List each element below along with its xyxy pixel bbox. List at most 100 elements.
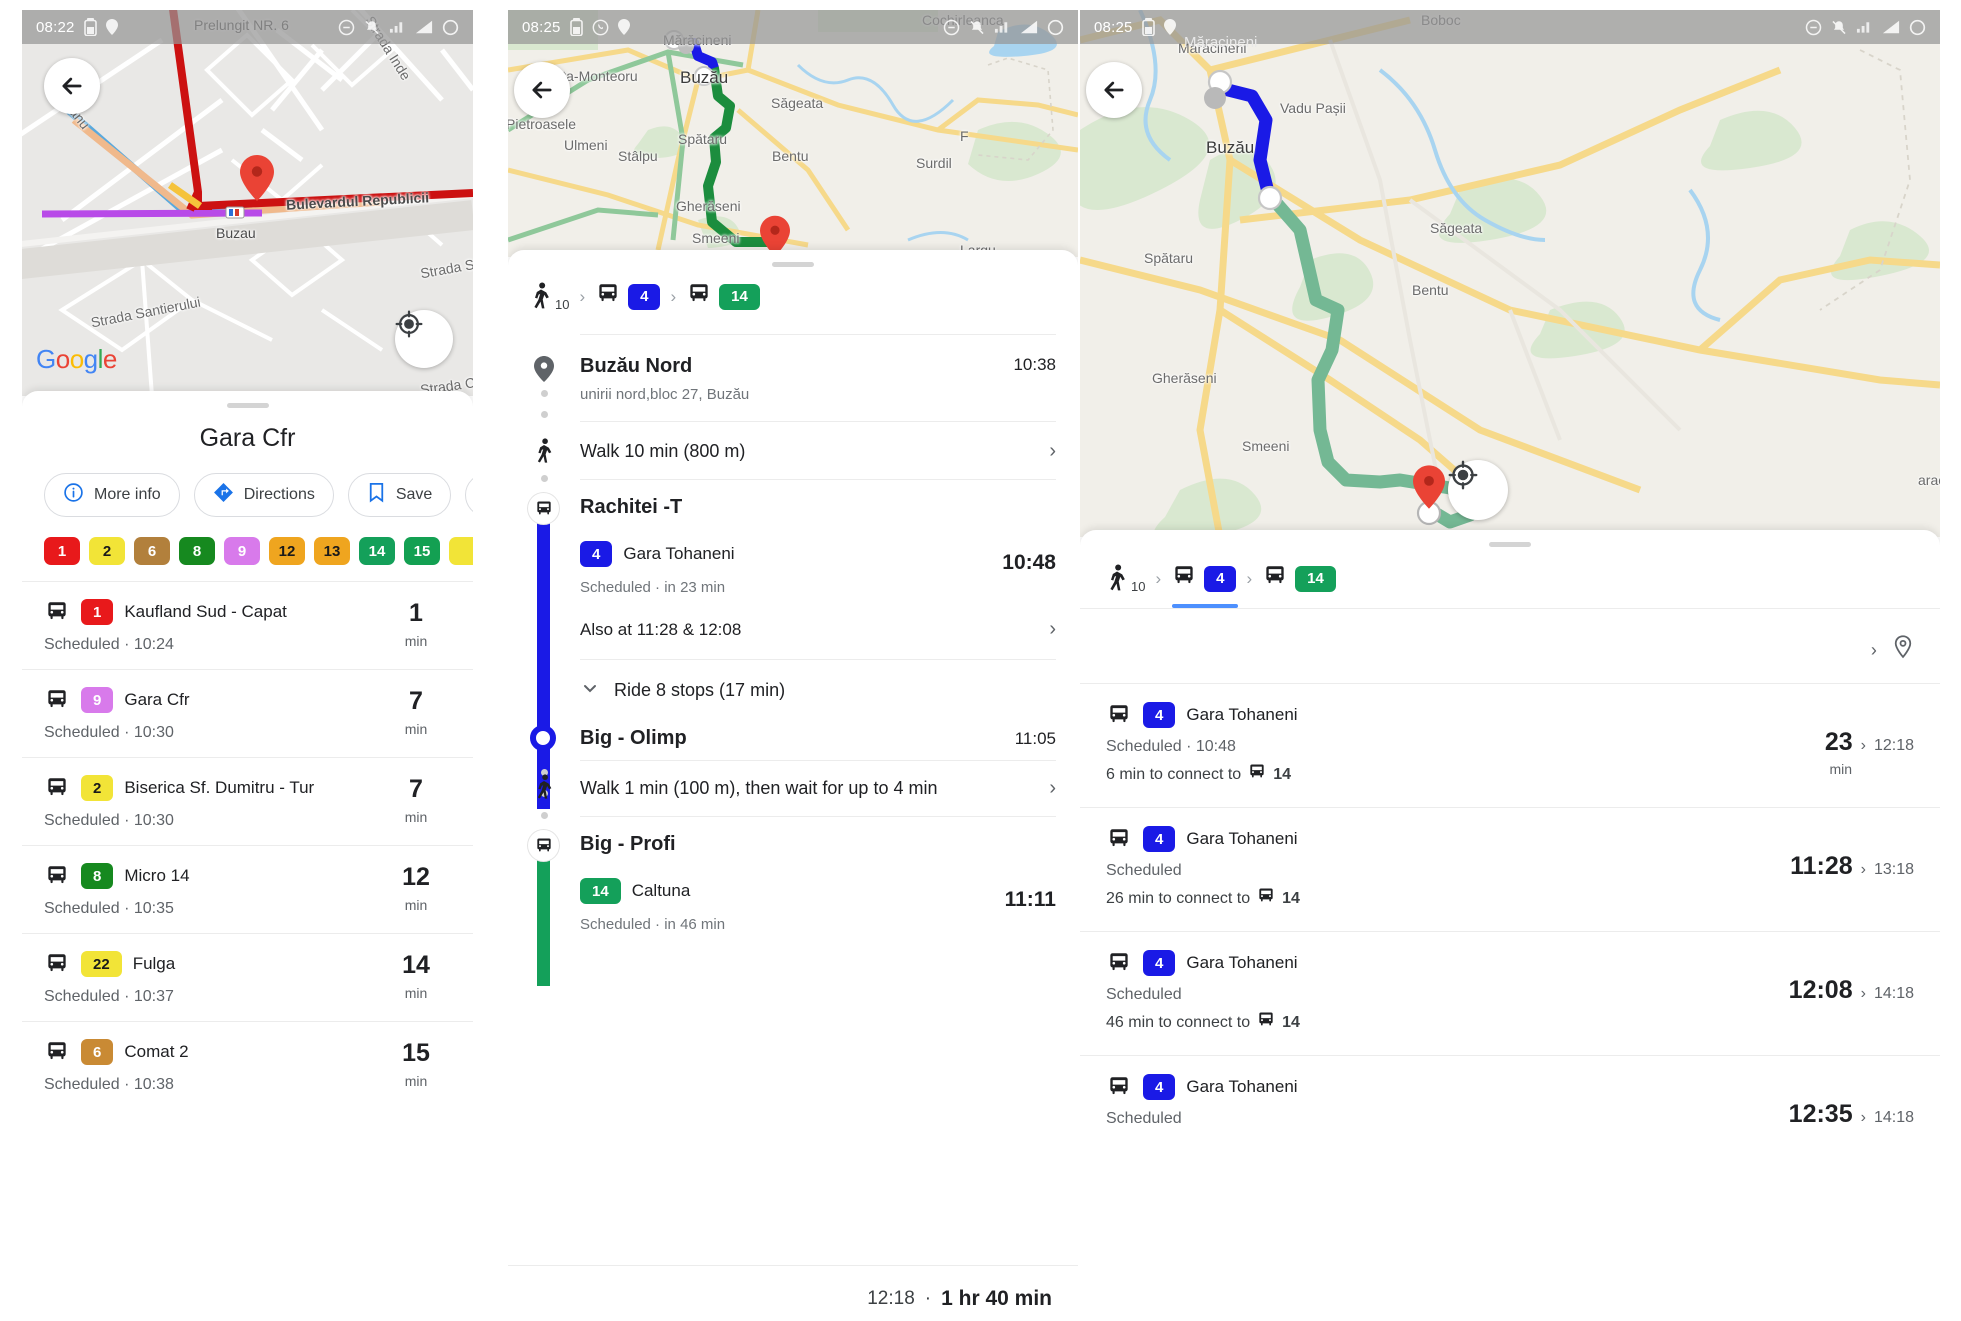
row-head: 4 Gara Tohaneni bbox=[1106, 950, 1789, 976]
directions-button[interactable]: Directions bbox=[193, 473, 334, 517]
leg-bus-4[interactable]: 4 bbox=[595, 281, 661, 312]
map-label: arac bbox=[1918, 472, 1940, 488]
list-item[interactable]: 4 Gara Tohaneni Scheduled 26 min to connect… bbox=[1080, 807, 1940, 931]
map-view-3[interactable]: Boboc Mărăcineni Vadu Pașii Buzău Săgeat… bbox=[1080, 10, 1940, 537]
bus-icon bbox=[1247, 762, 1267, 787]
bus-icon bbox=[1106, 826, 1132, 852]
itinerary-origin[interactable]: Buzău Nord unirii nord,bloc 27, Buzău 10… bbox=[508, 334, 1078, 421]
selected-tab-indicator bbox=[1172, 604, 1238, 608]
map-pin-small-icon bbox=[534, 356, 554, 387]
row-main: 2 Biserica Sf. Dumitru - Tur Scheduled · 1… bbox=[44, 775, 381, 830]
chevron-right-icon[interactable]: › bbox=[1037, 440, 1056, 463]
bookmark-icon bbox=[367, 482, 386, 508]
route-badge[interactable]: 14 bbox=[359, 537, 395, 565]
arrival-time: 14:18 bbox=[1873, 985, 1914, 1002]
connect-route: 14 bbox=[1282, 1013, 1300, 1031]
departure-list-header: › bbox=[1080, 608, 1940, 683]
route-badge: 14 bbox=[1295, 565, 1336, 592]
map-view-2[interactable]: Cochirleanca Mărăcineni Buzău Săgeata Pi… bbox=[508, 10, 1078, 257]
list-item[interactable]: 4 Gara Tohaneni Scheduled 12:35 › 14:18 bbox=[1080, 1055, 1940, 1149]
board-stop-name: Rachitei -T bbox=[580, 496, 683, 518]
route-badge[interactable]: 15 bbox=[404, 537, 440, 565]
route-badge[interactable]: 12 bbox=[269, 537, 305, 565]
route-badge[interactable]: 13 bbox=[314, 537, 350, 565]
list-item[interactable]: 4 Gara Tohaneni Scheduled · 10:48 6 min to … bbox=[1080, 683, 1940, 807]
status-text: Scheduled bbox=[1106, 862, 1182, 879]
arrival-time: 14:18 bbox=[1873, 1109, 1914, 1126]
map-pin-icon bbox=[240, 155, 274, 201]
walk-icon: 10 bbox=[1106, 563, 1146, 594]
recenter-icon[interactable] bbox=[1448, 460, 1508, 520]
chevron-right-icon[interactable]: › bbox=[1037, 777, 1056, 800]
headsign: Kaufland Sud - Capat bbox=[124, 602, 287, 621]
board-body: Big - Profi 14 Caltuna Scheduled · in 46… bbox=[580, 816, 1056, 933]
itinerary-walk-step[interactable]: Walk 10 min (800 m) › bbox=[508, 421, 1078, 503]
rail bbox=[508, 334, 580, 421]
table-row[interactable]: 9 Gara Cfr Scheduled · 10:30 7 min bbox=[22, 669, 473, 757]
route-badge[interactable]: 8 bbox=[179, 537, 215, 565]
route-badge[interactable]: 9 bbox=[224, 537, 260, 565]
depart-value: 12:35 bbox=[1788, 1100, 1853, 1128]
eta: 7 min bbox=[381, 775, 451, 826]
leg-bus-14[interactable]: 14 bbox=[686, 281, 760, 312]
table-row[interactable]: 6 Comat 2 Scheduled · 10:38 15 min bbox=[22, 1021, 473, 1109]
map-pin-outline-icon[interactable] bbox=[1892, 635, 1914, 665]
eta: 15 min bbox=[381, 1039, 451, 1090]
route-leg-summary[interactable]: 10 › 4 › 14 bbox=[1080, 547, 1940, 608]
table-row[interactable]: 22 Fulga Scheduled · 10:37 14 min bbox=[22, 933, 473, 1021]
itinerary-board-step[interactable]: Big - Profi 14 Caltuna Scheduled · in 46… bbox=[508, 816, 1078, 986]
more-info-button[interactable]: More info bbox=[44, 473, 180, 517]
ride-stops-toggle[interactable]: Ride 8 stops (17 min) bbox=[580, 659, 1056, 719]
recenter-icon[interactable] bbox=[395, 310, 453, 368]
tab-leg-bus-4[interactable]: 4 bbox=[1171, 563, 1237, 594]
table-row[interactable]: 8 Micro 14 Scheduled · 10:35 12 min bbox=[22, 845, 473, 933]
route-badge[interactable] bbox=[449, 537, 473, 565]
route-badge[interactable]: 2 bbox=[89, 537, 125, 565]
back-button[interactable] bbox=[1086, 62, 1142, 118]
eta-unit: min bbox=[404, 897, 428, 913]
back-arrow-icon bbox=[1104, 81, 1124, 99]
create-shortcut-button[interactable]: Create sh bbox=[465, 473, 473, 517]
connect-route: 14 bbox=[1273, 765, 1291, 783]
origin-name: Buzău Nord bbox=[580, 355, 693, 377]
route-badge[interactable]: 1 bbox=[44, 537, 80, 565]
walk-minutes: 10 bbox=[1131, 578, 1146, 594]
row-main: 22 Fulga Scheduled · 10:37 bbox=[44, 951, 381, 1006]
route-leg-summary[interactable]: 10 › 4 › 14 bbox=[508, 267, 1078, 312]
option-details: 4 Gara Tohaneni Scheduled bbox=[1106, 1074, 1789, 1128]
panel-stop-departures: Prelungit NR. 6 Strada Inde Jianu Buleva… bbox=[22, 10, 473, 1321]
save-button[interactable]: Save bbox=[347, 473, 452, 517]
map-label: Surdil bbox=[916, 155, 952, 171]
tab-leg-bus-14[interactable]: 14 bbox=[1262, 563, 1336, 594]
itinerary-walk-step[interactable]: Walk 1 min (100 m), then wait for up to … bbox=[508, 760, 1078, 840]
route-badge-strip[interactable]: 1 2 6 8 9 12 13 14 15 bbox=[22, 517, 473, 581]
row-main: 1 Kaufland Sud - Capat Scheduled · 10:24 bbox=[44, 599, 381, 654]
bus-icon bbox=[1262, 563, 1288, 594]
bus-icon bbox=[44, 599, 70, 625]
headsign: Gara Cfr bbox=[124, 690, 190, 709]
back-button[interactable] bbox=[44, 58, 100, 114]
itinerary-alight-step[interactable]: Big - Olimp 11:05 bbox=[508, 711, 1078, 797]
arrival-time: 13:18 bbox=[1873, 861, 1914, 878]
eta: 1 min bbox=[381, 599, 451, 650]
depart-unit: min bbox=[1829, 761, 1852, 777]
list-item[interactable]: 4 Gara Tohaneni Scheduled 46 min to connect… bbox=[1080, 931, 1940, 1055]
route-badge[interactable]: 6 bbox=[134, 537, 170, 565]
table-row[interactable]: 1 Kaufland Sud - Capat Scheduled · 10:24 1 m… bbox=[22, 581, 473, 669]
chevron-right-icon[interactable]: › bbox=[1037, 618, 1056, 641]
stop-sheet: Gara Cfr More info Directions Save Creat… bbox=[22, 391, 473, 1321]
sheet-grabber[interactable] bbox=[226, 403, 269, 408]
bus-icon bbox=[1106, 702, 1132, 728]
map-label: Săgeata bbox=[771, 95, 824, 111]
map-label: Smeeni bbox=[692, 230, 740, 246]
status-text: Scheduled · 10:30 bbox=[44, 812, 174, 829]
option-timing: 12:35 › 14:18 bbox=[1789, 1074, 1914, 1129]
origin-body: Buzău Nord unirii nord,bloc 27, Buzău 10… bbox=[580, 334, 1056, 421]
chevron-right-icon[interactable]: › bbox=[1871, 640, 1878, 661]
itinerary-board-step[interactable]: Rachitei -T 4 Gara Tohaneni Scheduled · … bbox=[508, 479, 1078, 809]
back-button[interactable] bbox=[514, 62, 570, 118]
row-head: 8 Micro 14 bbox=[44, 863, 381, 889]
map-label: Buzău bbox=[680, 68, 729, 87]
map-label: Spătaru bbox=[678, 131, 728, 147]
table-row[interactable]: 2 Biserica Sf. Dumitru - Tur Scheduled · 1… bbox=[22, 757, 473, 845]
